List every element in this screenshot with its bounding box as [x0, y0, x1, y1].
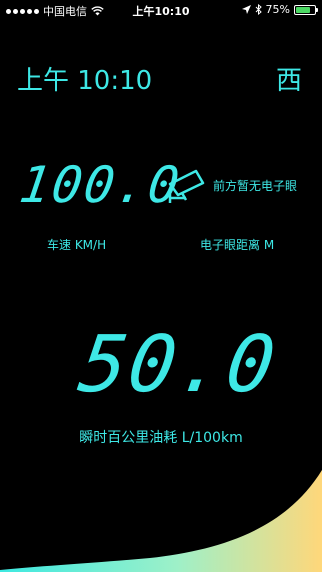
- speed-label: 车速 KM/H: [47, 238, 107, 252]
- battery-icon: [294, 4, 318, 15]
- fuel-consumption-value: 50.0: [73, 320, 283, 410]
- status-right: 75%: [241, 3, 318, 16]
- camera-distance-label: 电子眼距离 M: [200, 238, 275, 252]
- status-bar: 中国电信 上午10:10 75%: [0, 0, 322, 20]
- camera-status-text: 前方暂无电子眼: [213, 179, 298, 193]
- bluetooth-icon: [255, 4, 262, 15]
- fuel-consumption-label: 瞬时百公里油耗 L/100km: [79, 430, 243, 446]
- location-arrow-icon: [241, 5, 251, 14]
- decorative-wave: [0, 470, 322, 572]
- battery-level-fill: [296, 6, 310, 13]
- direction-indicator: 西: [275, 66, 302, 96]
- speed-value: 100.0: [15, 156, 185, 214]
- speed-camera-icon: [168, 169, 205, 203]
- battery-percent: 75%: [265, 3, 290, 16]
- header-time: 上午 10:10: [17, 66, 153, 96]
